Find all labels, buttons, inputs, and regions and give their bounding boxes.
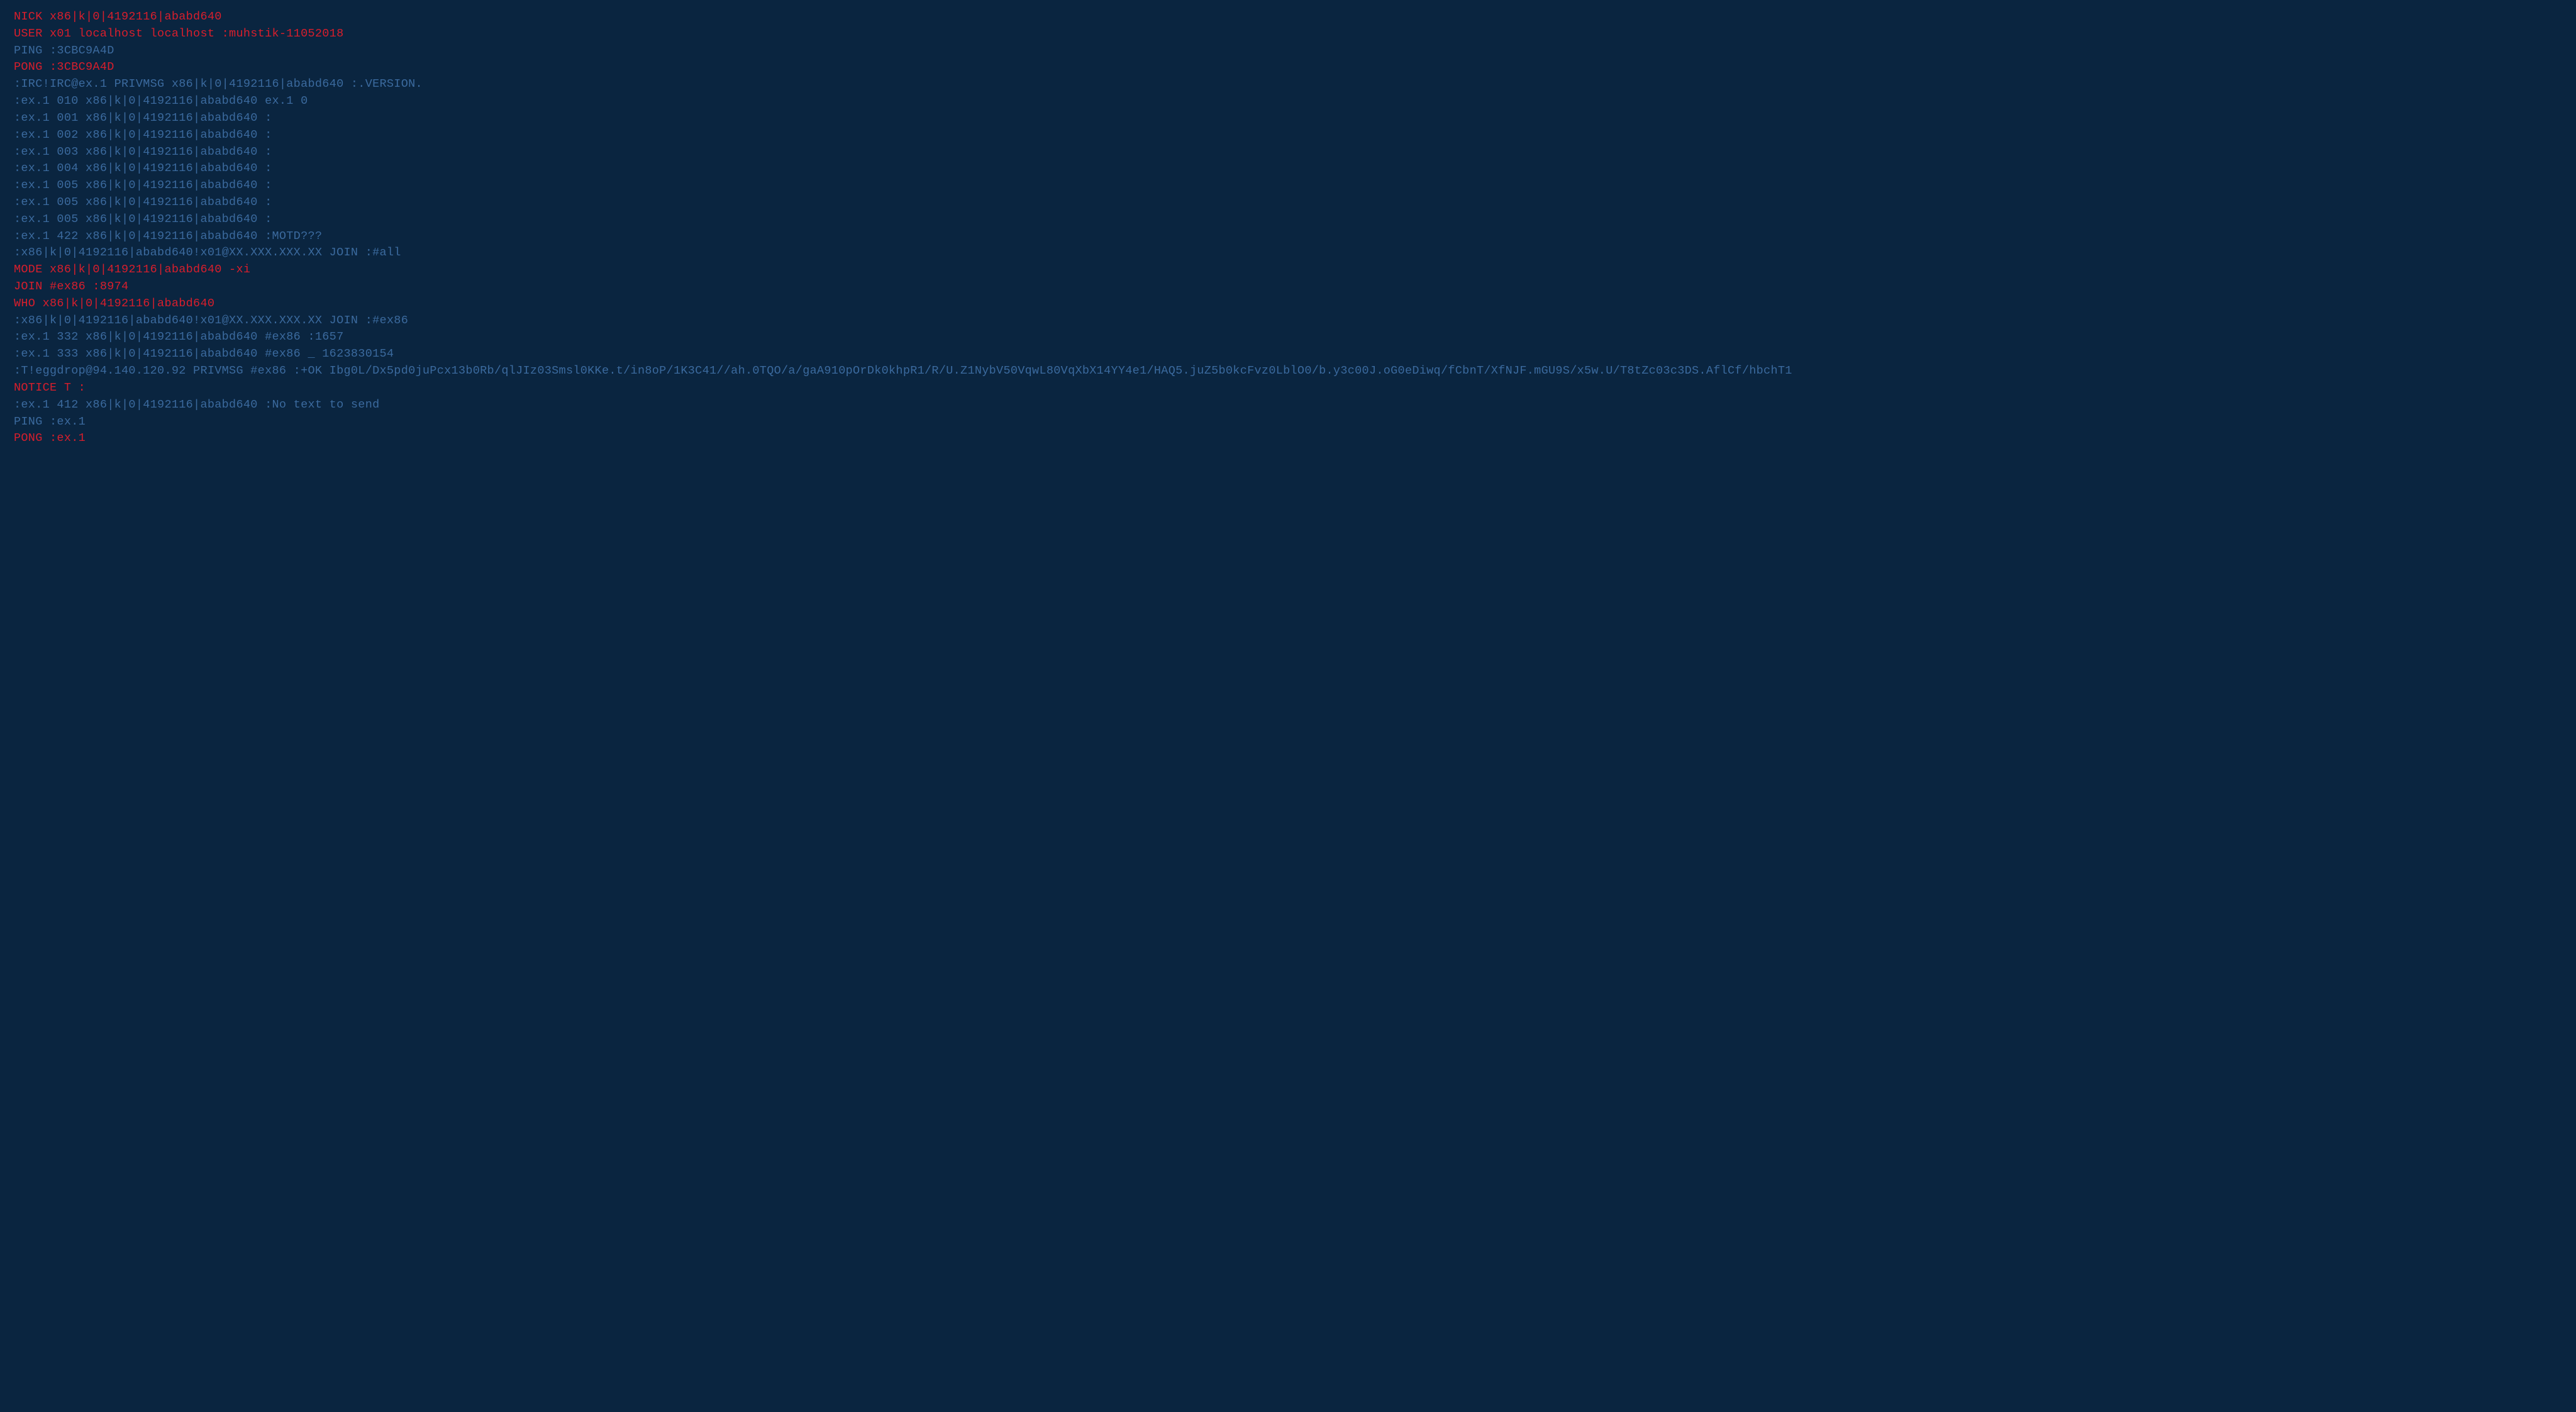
log-line-18: :x86|k|0|4192116|ababd640!x01@XX.XXX.XXX… — [14, 313, 2562, 330]
log-line-20: :ex.1 333 x86|k|0|4192116|ababd640 #ex86… — [14, 346, 2562, 363]
log-line-0: NICK x86|k|0|4192116|ababd640 — [14, 9, 2562, 26]
log-line-19: :ex.1 332 x86|k|0|4192116|ababd640 #ex86… — [14, 329, 2562, 346]
log-line-7: :ex.1 002 x86|k|0|4192116|ababd640 : — [14, 127, 2562, 144]
log-line-12: :ex.1 005 x86|k|0|4192116|ababd640 : — [14, 211, 2562, 228]
log-line-10: :ex.1 005 x86|k|0|4192116|ababd640 : — [14, 177, 2562, 194]
log-line-17: WHO x86|k|0|4192116|ababd640 — [14, 296, 2562, 313]
log-line-25: PONG :ex.1 — [14, 430, 2562, 447]
log-line-8: :ex.1 003 x86|k|0|4192116|ababd640 : — [14, 144, 2562, 161]
log-line-21: :T!eggdrop@94.140.120.92 PRIVMSG #ex86 :… — [14, 363, 2562, 380]
log-line-2: PING :3CBC9A4D — [14, 43, 2562, 60]
terminal-output: NICK x86|k|0|4192116|ababd640USER x01 lo… — [14, 9, 2562, 447]
log-line-5: :ex.1 010 x86|k|0|4192116|ababd640 ex.1 … — [14, 93, 2562, 110]
log-line-1: USER x01 localhost localhost :muhstik-11… — [14, 26, 2562, 43]
log-line-13: :ex.1 422 x86|k|0|4192116|ababd640 :MOTD… — [14, 228, 2562, 245]
log-line-24: PING :ex.1 — [14, 414, 2562, 431]
log-line-23: :ex.1 412 x86|k|0|4192116|ababd640 :No t… — [14, 397, 2562, 414]
log-line-11: :ex.1 005 x86|k|0|4192116|ababd640 : — [14, 194, 2562, 211]
log-line-9: :ex.1 004 x86|k|0|4192116|ababd640 : — [14, 160, 2562, 177]
log-line-15: MODE x86|k|0|4192116|ababd640 -xi — [14, 262, 2562, 279]
log-line-6: :ex.1 001 x86|k|0|4192116|ababd640 : — [14, 110, 2562, 127]
log-line-3: PONG :3CBC9A4D — [14, 59, 2562, 76]
log-line-14: :x86|k|0|4192116|ababd640!x01@XX.XXX.XXX… — [14, 245, 2562, 262]
log-line-22: NOTICE T : — [14, 380, 2562, 397]
log-line-16: JOIN #ex86 :8974 — [14, 279, 2562, 296]
log-line-4: :IRC!IRC@ex.1 PRIVMSG x86|k|0|4192116|ab… — [14, 76, 2562, 93]
